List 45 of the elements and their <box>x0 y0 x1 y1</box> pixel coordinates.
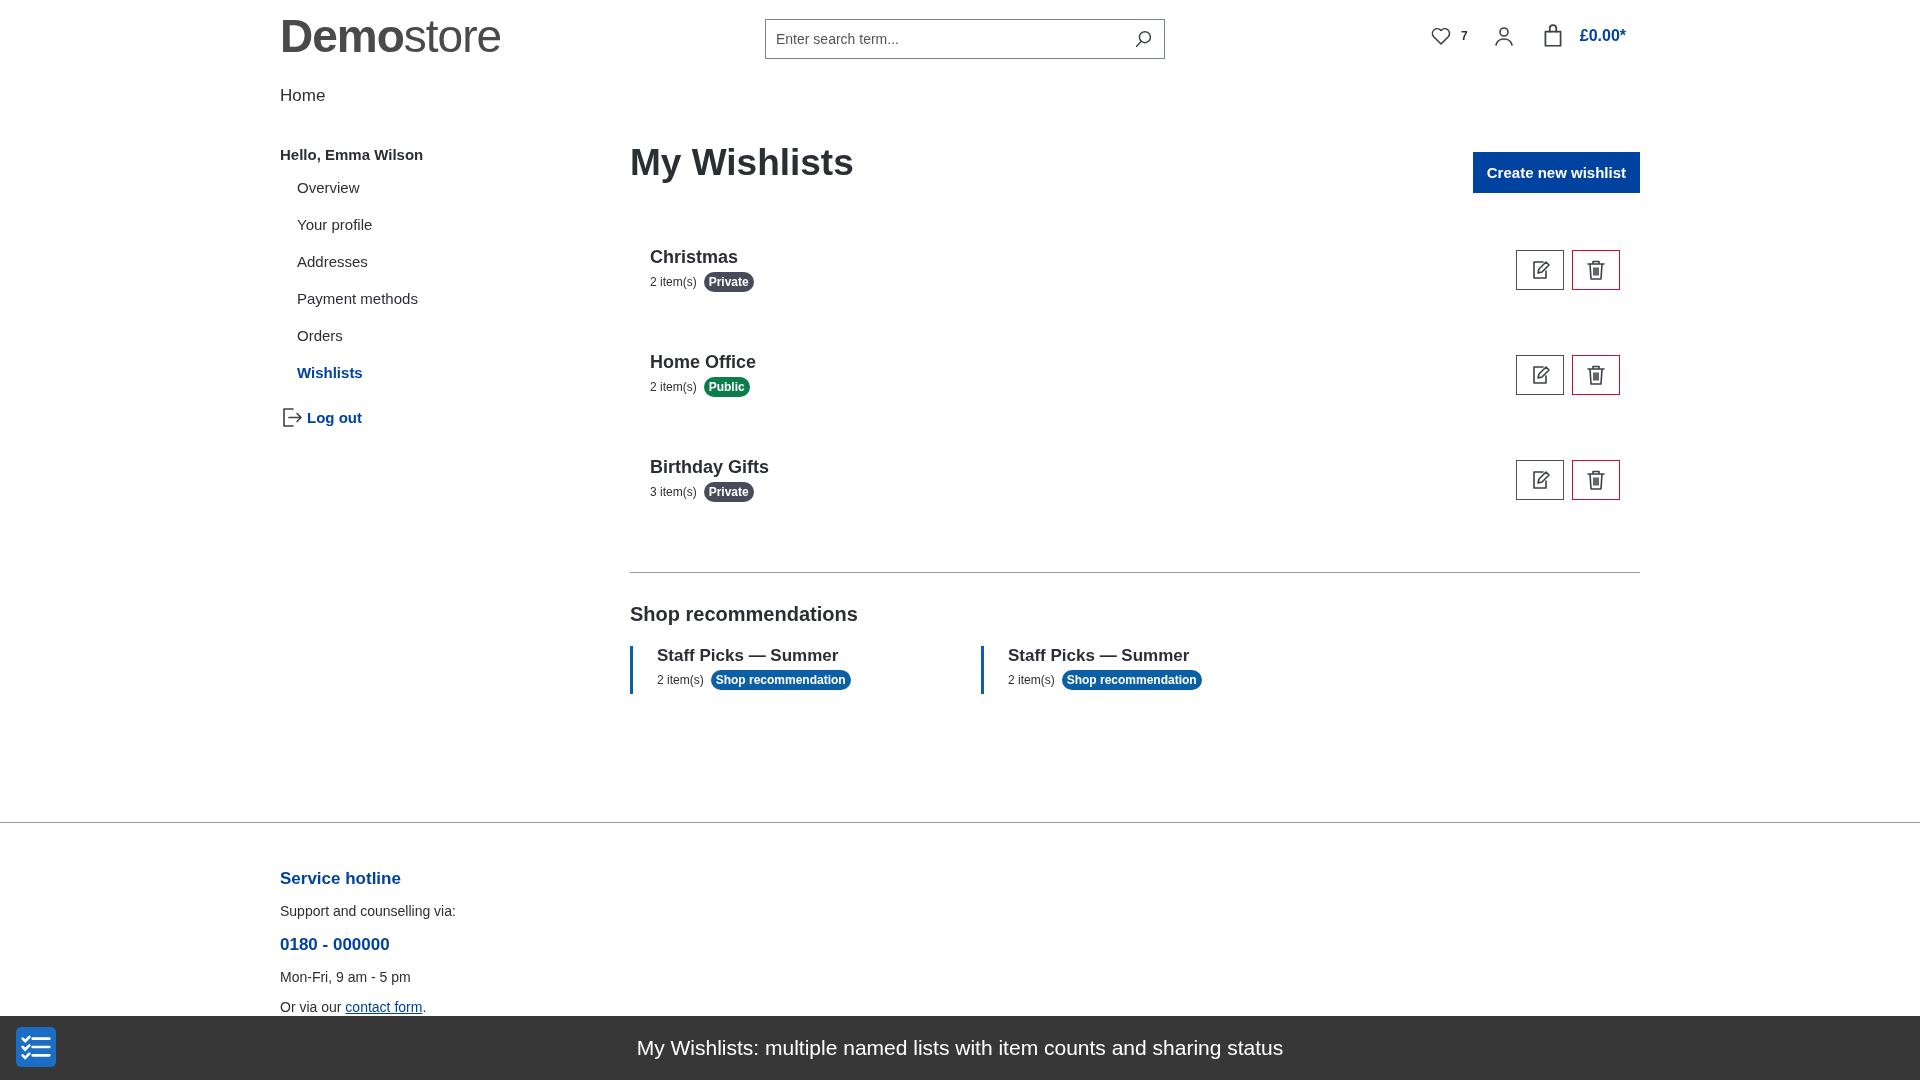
page-title: My Wishlists <box>630 142 854 184</box>
recommendation-badge: Shop recommendation <box>1061 670 1202 690</box>
cart-total[interactable]: £0.00* <box>1579 27 1626 45</box>
item-count: 2 item(s) <box>1008 673 1055 687</box>
visibility-badge: Private <box>703 482 754 502</box>
sidebar-item[interactable]: Addresses <box>297 247 368 284</box>
visibility-badge: Private <box>703 272 754 292</box>
section-heading: Shop recommendations <box>630 603 859 626</box>
recommendation-name[interactable]: Staff Picks — Summer <box>1008 646 1190 666</box>
delete-button[interactable] <box>1572 354 1620 395</box>
greeting: Hello, Emma Wilson <box>280 146 424 163</box>
logo[interactable]: Demostore <box>280 9 765 63</box>
edit-button[interactable] <box>1516 459 1564 500</box>
item-count: 2 item(s) <box>650 380 697 394</box>
wishlist-name[interactable]: Birthday Gifts <box>650 457 769 478</box>
sidebar-item[interactable]: Orders <box>297 321 343 358</box>
footer-text: Support and counselling via: <box>280 903 456 919</box>
checklist-icon[interactable] <box>16 1027 56 1067</box>
caption-text: My Wishlists: multiple named lists with item counts and sharing status <box>636 1036 1284 1060</box>
item-count: 3 item(s) <box>650 485 697 499</box>
wishlist-count: 7 <box>1461 29 1468 43</box>
delete-button[interactable] <box>1572 459 1620 500</box>
edit-button[interactable] <box>1516 249 1564 290</box>
wishlist-name[interactable]: Christmas <box>650 247 739 268</box>
recommendation-name[interactable]: Staff Picks — Summer <box>657 646 839 666</box>
wishlist-name[interactable]: Home Office <box>650 352 757 373</box>
recommendation-badge: Shop recommendation <box>710 670 851 690</box>
hours-text: Mon-Fri, 9 am - 5 pm <box>280 969 411 985</box>
logout-link[interactable]: Log out <box>307 408 362 426</box>
edit-button[interactable] <box>1516 354 1564 395</box>
contact-text: Or via our contact form. <box>280 999 427 1015</box>
item-count: 2 item(s) <box>650 275 697 289</box>
search-field[interactable]: Enter search term... <box>765 19 1165 59</box>
create-wishlist-button[interactable]: Create new wishlist <box>1472 152 1640 193</box>
breadcrumb-link[interactable]: Home <box>280 86 326 106</box>
visibility-badge: Public <box>703 377 750 397</box>
sidebar-item[interactable]: Wishlists <box>297 358 363 395</box>
sidebar-item[interactable]: Payment methods <box>297 284 418 321</box>
item-count: 2 item(s) <box>657 673 704 687</box>
footer-heading: Service hotline <box>280 869 401 889</box>
sidebar-item[interactable]: Overview <box>297 173 360 210</box>
delete-button[interactable] <box>1572 249 1620 290</box>
phone-link[interactable]: 0180 - 000000 <box>280 935 390 955</box>
logout-icon[interactable] <box>280 405 304 429</box>
sidebar-item[interactable]: Your profile <box>297 210 373 247</box>
